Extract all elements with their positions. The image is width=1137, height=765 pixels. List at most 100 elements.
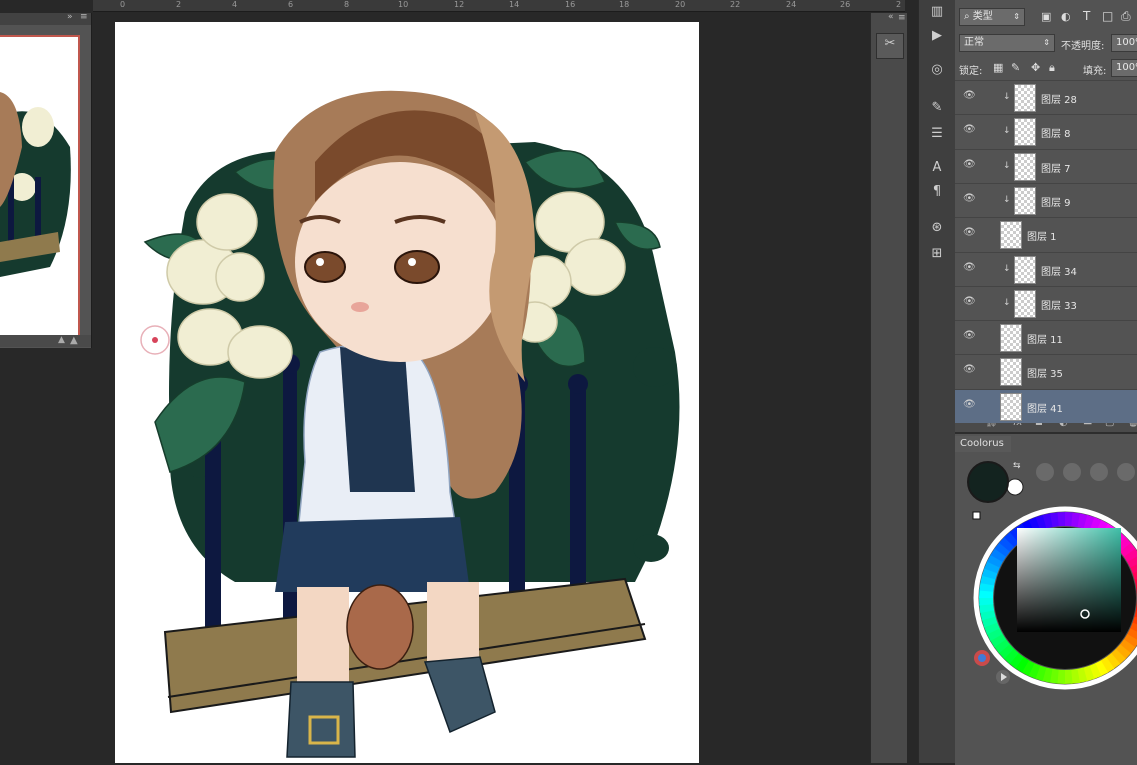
tool-presets-icon[interactable]: ✂ <box>876 33 904 59</box>
collapse-icon[interactable]: « <box>888 12 894 22</box>
layer-thumbnail[interactable] <box>1000 221 1022 249</box>
paragraph-icon[interactable]: ¶ <box>927 182 947 202</box>
navigator-preview[interactable] <box>0 35 80 337</box>
layer-thumbnail[interactable] <box>1014 290 1036 318</box>
layer-thumbnail[interactable] <box>1014 187 1036 215</box>
layer-thumbnail[interactable] <box>1000 393 1022 421</box>
ruler-tick: 0 <box>120 0 125 9</box>
search-icon: ⌕ <box>964 11 973 22</box>
layer-thumbnail[interactable] <box>1014 84 1036 112</box>
ruler-tick: 24 <box>786 0 796 9</box>
eye-icon[interactable]: 👁︎ <box>963 228 975 238</box>
ruler-tick: 2 <box>896 0 901 9</box>
history-icon[interactable]: ▥ <box>927 2 947 22</box>
collapse-icon[interactable]: » <box>67 12 73 22</box>
clipping-mask-icon: ↓ <box>1003 126 1011 136</box>
navigator-header[interactable]: » ≡ <box>0 13 91 25</box>
zoom-in-icon[interactable]: ▲ <box>70 335 78 346</box>
layer-name[interactable]: 图层 33 <box>1041 297 1077 312</box>
layer-thumbnail[interactable] <box>1014 118 1036 146</box>
chibi-girl-illustration <box>115 22 699 763</box>
layer-row[interactable]: 👁︎↓图层 28 <box>955 80 1137 114</box>
layer-row[interactable]: 👁︎ ↓ 图层 8 <box>955 114 1137 148</box>
adjustments-icon[interactable]: ◎ <box>927 60 947 80</box>
pixel-filter-icon[interactable]: ▣ <box>1041 10 1051 23</box>
panel-menu-icon[interactable]: ≡ <box>80 12 88 22</box>
clipping-mask-icon: ↓ <box>1003 298 1011 308</box>
ruler-tick: 4 <box>232 0 237 9</box>
layer-thumbnail[interactable] <box>1014 153 1036 181</box>
smart-object-filter-icon[interactable]: ⎙ <box>1121 9 1131 24</box>
eye-icon[interactable]: 👁︎ <box>963 365 975 375</box>
info-icon[interactable]: ⊞ <box>927 244 947 264</box>
preset-brush-icon[interactable] <box>1117 463 1135 481</box>
document-canvas[interactable] <box>115 22 699 763</box>
preset-brush-icon[interactable] <box>1063 463 1081 481</box>
fill-input[interactable]: 100% <box>1111 59 1137 77</box>
lock-position-icon[interactable]: ✥ <box>1031 61 1040 74</box>
layer-row[interactable]: 👁︎↓图层 7 <box>955 149 1137 183</box>
eye-icon[interactable]: 👁︎ <box>963 194 975 204</box>
layer-row[interactable]: 👁︎↓图层 9 <box>955 183 1137 217</box>
eye-icon[interactable]: 👁︎ <box>963 400 975 410</box>
clone-source-icon[interactable]: ⊛ <box>927 218 947 238</box>
fill-label: 填充: <box>1083 62 1106 77</box>
coolorus-tab[interactable]: Coolorus <box>955 436 1011 452</box>
blend-mode-select[interactable]: 正常 ⇕ <box>959 34 1055 52</box>
background-color-swatch[interactable] <box>1007 479 1023 495</box>
layer-row[interactable]: 👁︎↓图层 34 <box>955 252 1137 286</box>
filter-kind-select[interactable]: ⌕ 类型 ⇕ <box>959 8 1025 26</box>
actions-play-icon[interactable]: ▶ <box>927 26 947 46</box>
options-panel-strip: « ≡ ✂ <box>870 13 907 763</box>
navigator-panel: » ≡ ▲ ▲ <box>0 13 92 348</box>
eye-icon[interactable]: 👁︎ <box>963 331 975 341</box>
color-picker[interactable]: ⇆ <box>955 452 1137 765</box>
lock-all-icon[interactable]: 🔒︎ <box>1049 61 1055 75</box>
eye-icon[interactable]: 👁︎ <box>963 297 975 307</box>
layer-name[interactable]: 图层 7 <box>1041 160 1071 175</box>
character-icon[interactable]: A <box>927 158 947 178</box>
eye-icon[interactable]: 👁︎ <box>963 125 975 135</box>
layers-controls: ⌕ 类型 ⇕ ▣ ◐ T □ ⎙ 正常 ⇕ 不透明度: 100% 锁定: ▦ ✎… <box>955 0 1137 80</box>
layer-name[interactable]: 图层 35 <box>1027 365 1063 380</box>
eye-icon[interactable]: 👁︎ <box>963 263 975 273</box>
layer-row[interactable]: 👁︎ ↓ 图层 33 <box>955 286 1137 320</box>
shape-filter-icon[interactable]: □ <box>1102 9 1113 23</box>
layer-name[interactable]: 图层 9 <box>1041 194 1071 209</box>
layer-thumbnail[interactable] <box>1000 358 1022 386</box>
zoom-out-icon[interactable]: ▲ <box>58 335 65 345</box>
lock-transparent-icon[interactable]: ▦ <box>993 61 1003 74</box>
lock-pixels-icon[interactable]: ✎ <box>1011 61 1020 74</box>
layer-row[interactable]: 👁︎ 图层 1 <box>955 217 1137 251</box>
layer-row[interactable]: 👁︎ 图层 35 <box>955 354 1137 388</box>
navigator-thumbnail <box>0 37 78 335</box>
layer-name[interactable]: 图层 41 <box>1027 400 1063 415</box>
layer-row[interactable]: 👁︎ 图层 11 <box>955 320 1137 354</box>
swap-colors-icon[interactable]: ⇆ <box>1013 461 1021 471</box>
navigator-zoom-bar[interactable]: ▲ ▲ <box>0 335 91 347</box>
foreground-color-swatch[interactable] <box>968 462 1008 502</box>
panel-dock-strip: ▥ ▶ ◎ ✎ ☰ A ¶ ⊛ ⊞ <box>918 0 956 763</box>
type-filter-icon[interactable]: T <box>1083 9 1090 23</box>
layer-row[interactable]: 👁︎ 图层 41 <box>955 389 1137 423</box>
panel-menu-icon[interactable]: ≡ <box>898 13 906 23</box>
layer-name[interactable]: 图层 11 <box>1027 331 1063 346</box>
layer-name[interactable]: 图层 34 <box>1041 263 1077 278</box>
layer-name[interactable]: 图层 28 <box>1041 91 1077 106</box>
eye-icon[interactable]: 👁︎ <box>963 160 975 170</box>
layer-name[interactable]: 图层 8 <box>1041 125 1071 140</box>
preset-brush-icon[interactable] <box>1090 463 1108 481</box>
chevron-down-icon: ⇕ <box>1013 9 1020 25</box>
eye-icon[interactable]: 👁︎ <box>963 91 975 101</box>
brush-settings-icon[interactable]: ☰ <box>927 124 947 144</box>
layer-thumbnail[interactable] <box>1000 324 1022 352</box>
layer-name[interactable]: 图层 1 <box>1027 228 1057 243</box>
horizontal-ruler[interactable]: 0 2 4 6 8 10 12 14 16 18 20 22 24 26 2 <box>93 0 905 12</box>
ruler-tick: 10 <box>398 0 408 9</box>
brush-icon[interactable]: ✎ <box>927 98 947 118</box>
adjustment-filter-icon[interactable]: ◐ <box>1061 10 1071 23</box>
default-colors-icon[interactable] <box>973 512 980 519</box>
opacity-input[interactable]: 100% <box>1111 34 1137 52</box>
preset-brush-icon[interactable] <box>1036 463 1054 481</box>
layer-thumbnail[interactable] <box>1014 256 1036 284</box>
